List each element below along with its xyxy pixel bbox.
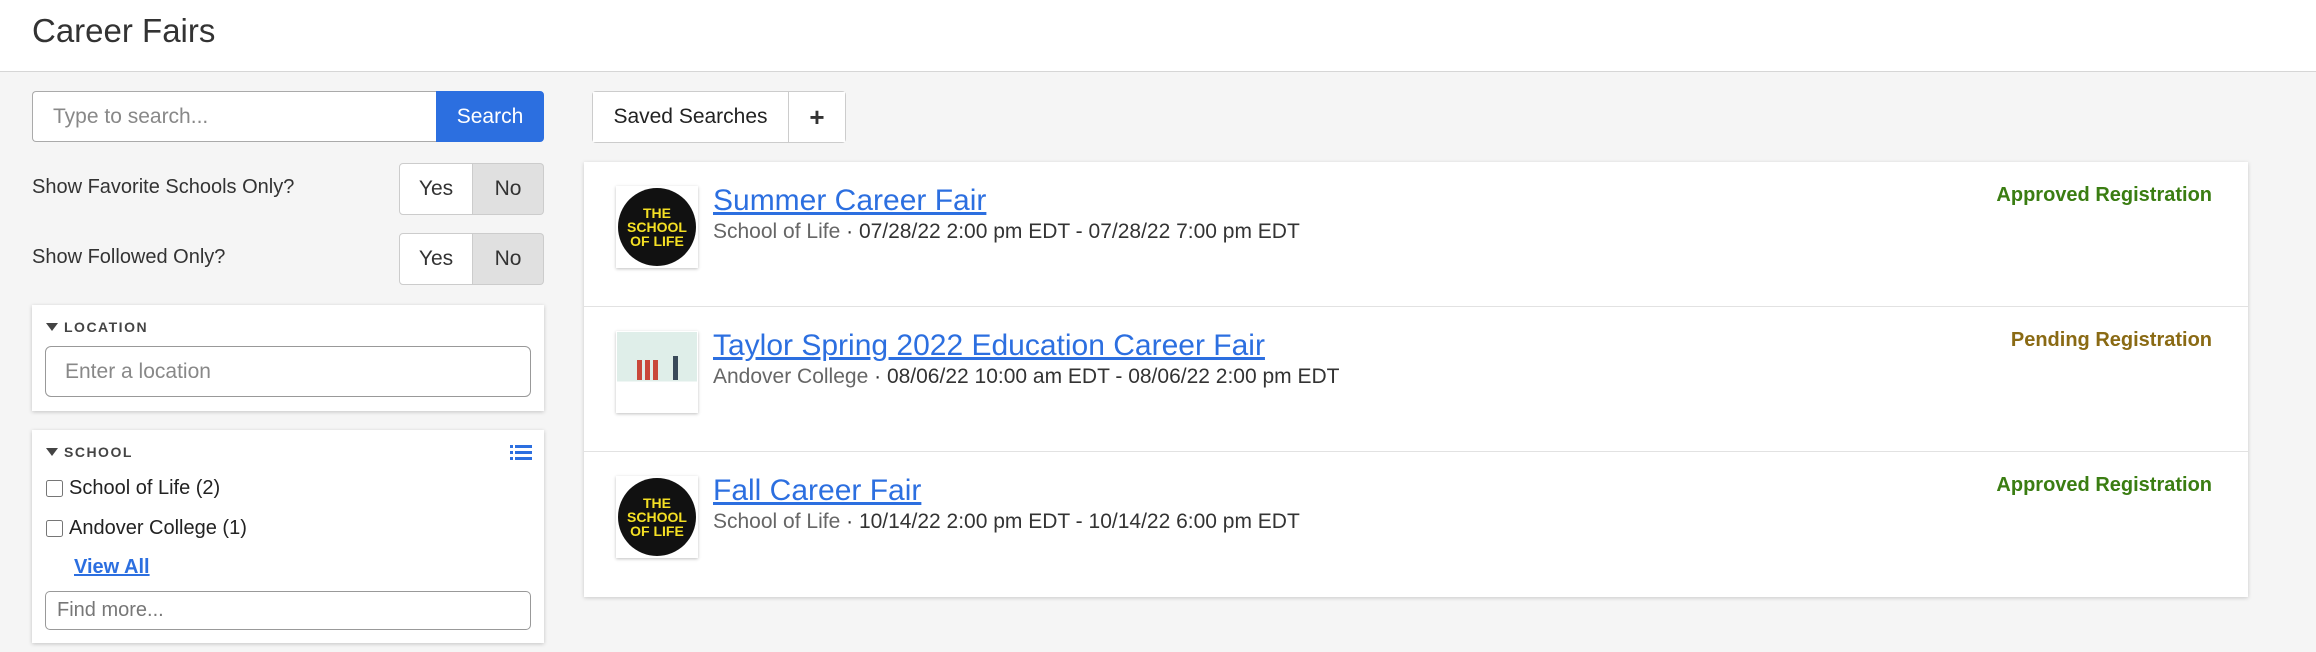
career-fair-school: School of Life — [713, 220, 841, 243]
meta-separator: · — [840, 510, 859, 533]
meta-separator: · — [868, 365, 887, 388]
registration-status: Approved Registration — [1996, 184, 2212, 206]
followed-label: Show Followed Only? — [32, 246, 226, 268]
registration-status: Approved Registration — [1996, 474, 2212, 496]
page-title: Career Fairs — [32, 12, 216, 49]
favorite-schools-no-button[interactable]: No — [473, 163, 544, 215]
career-fair-meta: School of Life · 10/14/22 2:00 pm EDT - … — [713, 510, 1300, 534]
school-option-label: Andover College (1) — [69, 517, 247, 539]
career-fair-dates: 07/28/22 2:00 pm EDT - 07/28/22 7:00 pm … — [858, 220, 1300, 243]
career-fair-item: THE SCHOOL OF LIFE Summer Career Fair Sc… — [584, 162, 2248, 307]
caret-down-icon — [46, 323, 58, 331]
school-option[interactable]: School of Life (2) — [46, 477, 220, 500]
andover-college-photo-icon — [617, 332, 697, 412]
find-more-input[interactable] — [45, 591, 531, 630]
location-input[interactable] — [45, 346, 531, 397]
school-logo: THE SCHOOL OF LIFE — [616, 186, 698, 268]
location-panel-header[interactable]: LOCATION — [46, 319, 148, 335]
career-fair-dates: 08/06/22 10:00 am EDT - 08/06/22 2:00 pm… — [886, 365, 1340, 388]
school-logo — [616, 331, 698, 413]
caret-down-icon — [46, 448, 58, 456]
view-all-link[interactable]: View All — [74, 556, 150, 579]
favorite-schools-toggle: Yes No — [399, 163, 544, 215]
followed-yes-button[interactable]: Yes — [399, 233, 473, 285]
career-fair-school: School of Life — [713, 510, 841, 533]
career-fair-school: Andover College — [713, 365, 869, 388]
school-of-life-logo-icon: THE SCHOOL OF LIFE — [618, 188, 696, 266]
school-option-checkbox[interactable] — [46, 520, 63, 537]
list-view-icon[interactable] — [510, 444, 532, 462]
saved-searches-button[interactable]: Saved Searches — [593, 92, 789, 142]
school-option-label: School of Life (2) — [69, 477, 221, 499]
search-input[interactable] — [32, 91, 436, 142]
meta-separator: · — [840, 220, 859, 243]
add-saved-search-button[interactable]: + — [789, 92, 845, 142]
career-fair-title-link[interactable]: Fall Career Fair — [713, 474, 921, 508]
career-fair-item: THE SCHOOL OF LIFE Fall Career Fair Scho… — [584, 452, 2248, 597]
school-panel-title: SCHOOL — [64, 444, 133, 460]
school-panel: SCHOOL School of Life (2) Andover Colleg… — [32, 430, 544, 643]
school-panel-header[interactable]: SCHOOL — [46, 444, 133, 460]
school-option[interactable]: Andover College (1) — [46, 517, 247, 540]
followed-toggle: Yes No — [399, 233, 544, 285]
career-fair-list: THE SCHOOL OF LIFE Summer Career Fair Sc… — [584, 162, 2248, 597]
career-fair-dates: 10/14/22 2:00 pm EDT - 10/14/22 6:00 pm … — [858, 510, 1300, 533]
location-panel-title: LOCATION — [64, 319, 149, 335]
career-fair-title-link[interactable]: Summer Career Fair — [713, 184, 986, 218]
school-logo: THE SCHOOL OF LIFE — [616, 476, 698, 558]
career-fair-title-link[interactable]: Taylor Spring 2022 Education Career Fair — [713, 329, 1265, 363]
followed-no-button[interactable]: No — [473, 233, 544, 285]
career-fair-item: Taylor Spring 2022 Education Career Fair… — [584, 307, 2248, 452]
location-panel: LOCATION — [32, 305, 544, 411]
top-bar: Career Fairs — [0, 0, 2316, 72]
school-option-checkbox[interactable] — [46, 480, 63, 497]
favorite-schools-label: Show Favorite Schools Only? — [32, 176, 295, 198]
career-fair-meta: School of Life · 07/28/22 2:00 pm EDT - … — [713, 220, 1300, 244]
registration-status: Pending Registration — [2010, 329, 2212, 351]
career-fair-meta: Andover College · 08/06/22 10:00 am EDT … — [713, 365, 1339, 389]
saved-searches-group: Saved Searches + — [592, 91, 846, 143]
school-of-life-logo-icon: THE SCHOOL OF LIFE — [618, 478, 696, 556]
search-button[interactable]: Search — [436, 91, 544, 142]
favorite-schools-yes-button[interactable]: Yes — [399, 163, 473, 215]
